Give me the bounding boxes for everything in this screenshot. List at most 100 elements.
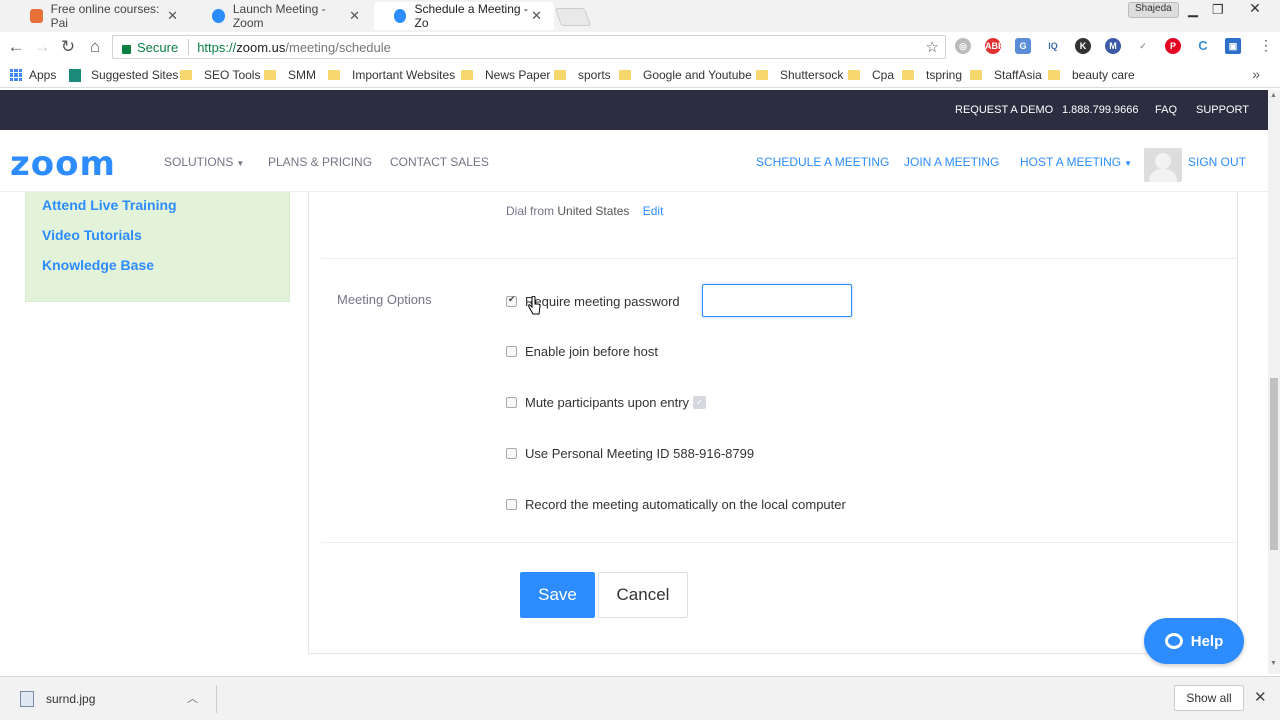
window-close-icon[interactable]: ✕ (1232, 0, 1278, 20)
avatar[interactable] (1144, 148, 1182, 182)
save-button[interactable]: Save (520, 572, 595, 618)
address-bar[interactable]: Secure https://zoom.us/meeting/schedule … (112, 35, 946, 59)
secure-label: Secure (137, 39, 179, 55)
c-extension-icon[interactable]: C (1195, 38, 1211, 54)
bookmark-label: Google and Youtube (643, 68, 752, 82)
info-icon[interactable]: ✓ (693, 396, 707, 409)
nav-contact-sales[interactable]: CONTACT SALES (390, 155, 489, 169)
bookmark-beauty-care[interactable]: beauty care (1048, 68, 1135, 82)
profile-badge[interactable]: Shajeda (1128, 2, 1179, 18)
apps-grid-icon (10, 69, 22, 81)
screen-extension-icon[interactable]: ▣ (1225, 38, 1241, 54)
translate-icon[interactable]: G (1015, 38, 1031, 54)
restore-icon[interactable]: ❐ (1212, 2, 1224, 18)
sidebar-link-knowledge-base[interactable]: Knowledge Base (42, 257, 154, 273)
page-scrollbar[interactable]: ▲ ▼ (1268, 90, 1280, 674)
tab-free-online-courses[interactable]: Free online courses: Pai ✕ (10, 2, 190, 30)
nav-join-meeting[interactable]: JOIN A MEETING (904, 155, 999, 169)
sidebar-link-video-tutorials[interactable]: Video Tutorials (42, 227, 142, 243)
bing-icon (69, 68, 81, 82)
bookmark-shuttersock[interactable]: Shuttersock (756, 68, 843, 82)
bookmark-google-youtube[interactable]: Google and Youtube (619, 68, 752, 82)
meeting-options-label: Meeting Options (337, 292, 432, 307)
home-icon[interactable]: ⌂ (85, 37, 105, 57)
bookmark-suggested-sites[interactable]: Suggested Sites (69, 68, 178, 82)
browser-menu-icon[interactable]: ⋮ (1256, 37, 1276, 54)
record-automatically-checkbox[interactable] (506, 499, 517, 510)
bookmark-tspring[interactable]: tspring (902, 68, 962, 82)
folder-icon (619, 70, 631, 80)
tab-schedule-meeting[interactable]: Schedule a Meeting - Zo ✕ (374, 2, 554, 30)
dial-prefix: Dial from (506, 204, 555, 218)
k-extension-icon[interactable]: K (1075, 38, 1091, 54)
bookmark-staffasia[interactable]: StaffAsia (970, 68, 1042, 82)
phone-number[interactable]: 1.888.799.9666 (1062, 104, 1138, 116)
close-downloads-icon[interactable]: ✕ (1254, 688, 1267, 706)
help-button[interactable]: Help (1144, 618, 1244, 664)
bookmark-important-websites[interactable]: Important Websites (328, 68, 455, 82)
nav-sign-out[interactable]: SIGN OUT (1188, 155, 1246, 169)
zoom-logo[interactable]: zoom (10, 144, 116, 184)
chevron-up-icon[interactable]: ︿ (187, 690, 198, 706)
forward-arrow-icon[interactable]: → (32, 37, 52, 57)
sidebar-link-live-training[interactable]: Attend Live Training (42, 197, 177, 213)
nav-schedule-meeting[interactable]: SCHEDULE A MEETING (756, 155, 889, 169)
scroll-up-icon[interactable]: ▲ (1270, 92, 1277, 99)
new-tab-button[interactable] (554, 8, 592, 26)
faq-link[interactable]: FAQ (1155, 104, 1177, 116)
mute-on-entry-checkbox[interactable] (506, 397, 517, 408)
close-tab-icon[interactable]: ✕ (167, 8, 178, 24)
option-join-before-host[interactable]: Enable join before host (506, 344, 658, 359)
scroll-down-icon[interactable]: ▼ (1270, 660, 1277, 667)
support-link[interactable]: SUPPORT (1196, 104, 1249, 116)
show-all-button[interactable]: Show all (1174, 685, 1244, 711)
downloads-separator (216, 685, 217, 713)
folder-icon (756, 70, 768, 80)
option-label: Require meeting password (525, 294, 680, 309)
bookmark-news-paper[interactable]: News Paper (461, 68, 550, 82)
minimize-icon[interactable]: ▁ (1188, 2, 1198, 18)
personal-meeting-id-checkbox[interactable] (506, 448, 517, 459)
close-tab-icon[interactable]: ✕ (349, 8, 360, 24)
bookmark-seo-tools[interactable]: SEO Tools (180, 68, 260, 82)
caret-down-icon: ▼ (236, 159, 245, 168)
nav-plans-pricing[interactable]: PLANS & PRICING (268, 155, 372, 169)
bookmark-label: sports (578, 68, 611, 82)
meeting-password-input[interactable] (702, 284, 852, 317)
require-password-checkbox[interactable] (506, 294, 517, 307)
folder-icon (848, 70, 860, 80)
back-arrow-icon[interactable]: ← (6, 37, 26, 57)
option-label: Mute participants upon entry (525, 395, 690, 410)
nav-host-meeting[interactable]: HOST A MEETING ▼ (1020, 155, 1132, 169)
download-item[interactable]: surnd.jpg (8, 683, 208, 715)
request-demo-link[interactable]: REQUEST A DEMO (955, 104, 1053, 116)
help-label: Help (1190, 632, 1224, 650)
bookmark-sports[interactable]: sports (554, 68, 611, 82)
bookmark-cpa[interactable]: Cpa (848, 68, 894, 82)
pinterest-icon[interactable]: P (1165, 38, 1181, 54)
blogger-favicon-icon (30, 9, 43, 23)
browser-tabstrip: Free online courses: Pai ✕ Launch Meetin… (0, 0, 1280, 32)
adblock-icon[interactable]: ABP (985, 38, 1004, 54)
extension-icon[interactable]: ◎ (955, 38, 971, 54)
check-extension-icon[interactable]: ✓ (1135, 38, 1151, 54)
tab-launch-meeting[interactable]: Launch Meeting - Zoom ✕ (192, 2, 372, 30)
join-before-host-checkbox[interactable] (506, 346, 517, 357)
option-mute-on-entry[interactable]: Mute participants upon entry ✓ (506, 395, 707, 410)
bookmark-smm[interactable]: SMM (264, 68, 316, 82)
sidebar-resources: Attend Live Training Video Tutorials Kno… (25, 192, 290, 302)
option-label: Enable join before host (525, 344, 658, 359)
option-record-automatically[interactable]: Record the meeting automatically on the … (506, 497, 846, 512)
close-tab-icon[interactable]: ✕ (531, 8, 542, 24)
reload-icon[interactable]: ↻ (58, 37, 78, 57)
moz-extension-icon[interactable]: M (1105, 38, 1121, 54)
scrollbar-thumb[interactable] (1270, 378, 1278, 550)
option-personal-meeting-id[interactable]: Use Personal Meeting ID 588-916-8799 (506, 446, 754, 461)
bookmark-star-icon[interactable]: ☆ (926, 38, 939, 56)
nav-solutions[interactable]: SOLUTIONS ▼ (164, 155, 244, 169)
more-bookmarks-icon[interactable]: » (1252, 66, 1260, 82)
dial-edit-link[interactable]: Edit (643, 204, 664, 218)
cancel-button[interactable]: Cancel (598, 572, 688, 618)
iq-extension-icon[interactable]: IQ (1045, 38, 1061, 54)
bookmark-apps[interactable]: Apps (10, 68, 56, 82)
